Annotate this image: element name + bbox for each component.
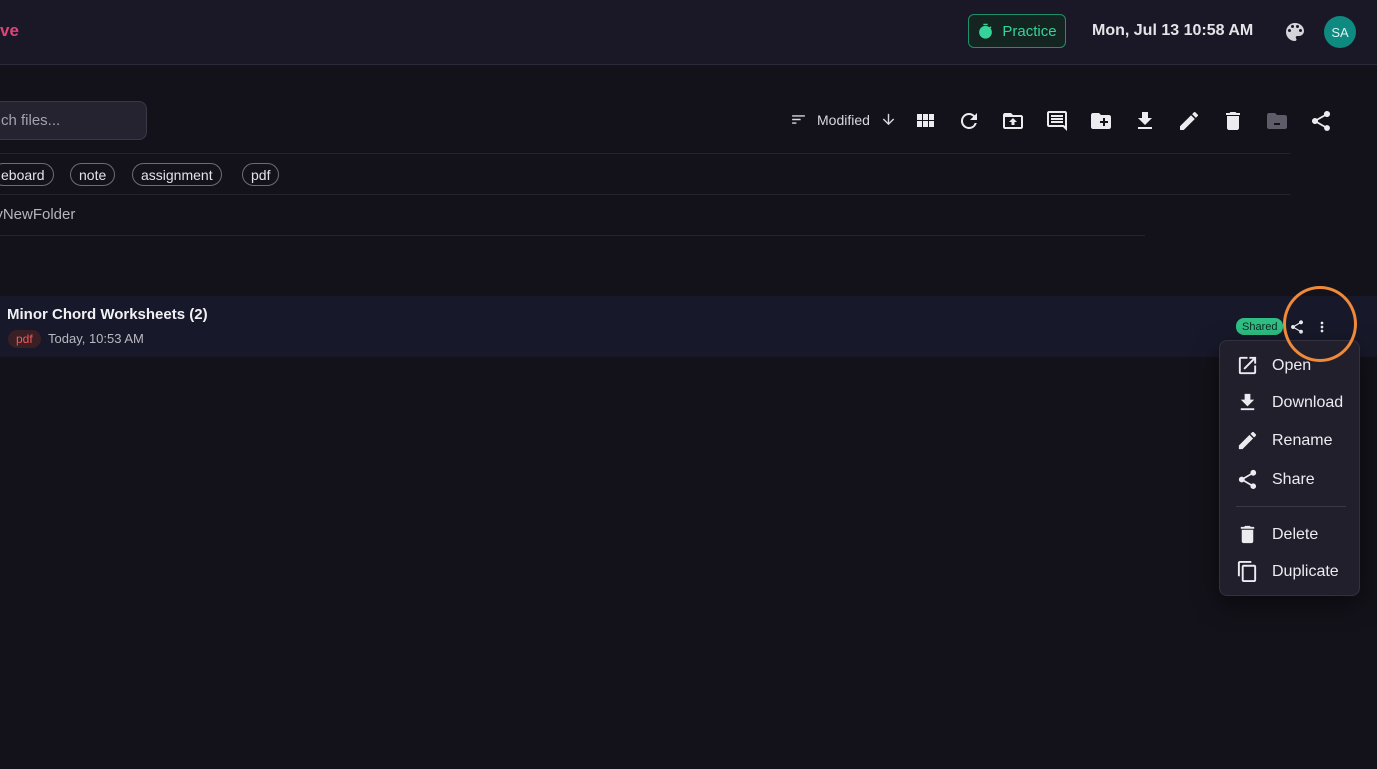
divider [0, 194, 1290, 195]
app-logo[interactable]: ve [0, 21, 19, 41]
menu-item-download[interactable]: Download [1236, 391, 1343, 414]
practice-label: Practice [1002, 22, 1057, 40]
top-bar: ve Practice Mon, Jul 13 10:58 AM SA [0, 0, 1377, 65]
open-external-icon [1238, 356, 1257, 375]
context-menu: Open Download Rename Share Delete Duplic… [1219, 340, 1360, 596]
pencil-icon [1238, 431, 1257, 450]
upload-folder-icon[interactable] [1001, 109, 1025, 133]
delete-icon[interactable] [1221, 109, 1245, 133]
download-icon[interactable] [1133, 109, 1157, 133]
current-datetime: Mon, Jul 13 10:58 AM [1092, 22, 1254, 39]
divider [0, 153, 1290, 154]
search-input[interactable] [0, 101, 147, 140]
menu-item-label: Duplicate [1272, 562, 1339, 580]
breadcrumb[interactable]: lyNewFolder [0, 206, 75, 223]
archive-icon [1265, 109, 1289, 133]
copy-icon [1237, 560, 1257, 583]
divider [0, 235, 1145, 236]
user-avatar[interactable]: SA [1324, 16, 1356, 48]
trash-icon [1240, 525, 1255, 544]
menu-item-label: Delete [1272, 525, 1319, 543]
sort-icon [792, 115, 805, 124]
menu-item-open[interactable]: Open [1236, 354, 1311, 377]
share-icon[interactable] [1309, 109, 1333, 133]
menu-item-label: Rename [1272, 431, 1333, 449]
menu-item-duplicate[interactable]: Duplicate [1236, 560, 1339, 583]
file-modified-date: Today, 10:53 AM [48, 331, 144, 346]
menu-divider [1236, 506, 1346, 507]
menu-item-share[interactable]: Share [1236, 468, 1315, 491]
file-title[interactable]: Minor Chord Worksheets (2) [7, 306, 208, 323]
arrow-down-icon[interactable] [880, 111, 897, 128]
refresh-icon[interactable] [957, 109, 981, 133]
grid-view-icon[interactable] [913, 109, 937, 133]
sort-control[interactable]: Modified [790, 111, 897, 128]
stopwatch-icon [979, 23, 993, 39]
menu-item-label: Download [1272, 393, 1344, 411]
download-icon [1240, 393, 1255, 411]
menu-item-rename[interactable]: Rename [1236, 429, 1332, 452]
menu-item-label: Share [1272, 470, 1315, 488]
tag-chip[interactable]: eboard [0, 163, 54, 186]
practice-button[interactable]: Practice [968, 14, 1066, 48]
tag-chip[interactable]: assignment [132, 163, 222, 186]
tag-chip[interactable]: pdf [242, 163, 280, 186]
share-icon [1238, 469, 1257, 490]
new-folder-icon[interactable] [1089, 109, 1113, 133]
file-type-badge: pdf [8, 330, 41, 348]
shared-badge: Shared [1236, 318, 1284, 335]
comment-icon[interactable] [1045, 109, 1069, 133]
edit-icon[interactable] [1177, 109, 1201, 133]
theme-palette-icon[interactable] [1283, 20, 1307, 44]
tag-chip[interactable]: note [70, 163, 116, 186]
menu-item-delete[interactable]: Delete [1236, 523, 1318, 546]
sort-label: Modified [817, 111, 870, 128]
highlight-circle [1283, 286, 1357, 362]
